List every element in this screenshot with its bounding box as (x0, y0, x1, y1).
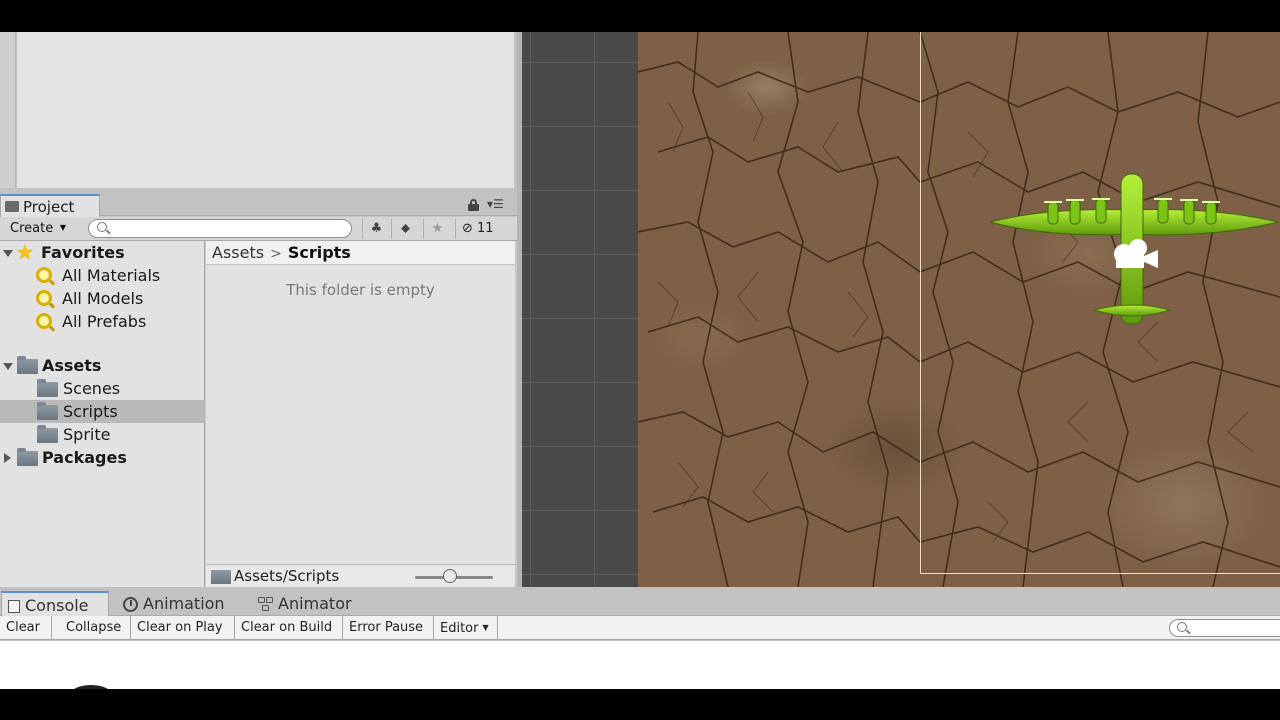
packages-label: Packages (42, 448, 127, 467)
bottom-letterbox (0, 689, 1280, 720)
panel-strip (0, 32, 16, 188)
breadcrumb-scripts[interactable]: Scripts (288, 243, 351, 262)
clear-on-build-toggle[interactable]: Clear on Build (235, 616, 343, 640)
tree-item-assets[interactable]: Assets (0, 354, 205, 377)
breadcrumb: Assets > Scripts (206, 241, 515, 265)
top-letterbox (0, 0, 1280, 32)
tab-animation[interactable]: Animation (119, 591, 244, 617)
folder-icon (17, 356, 38, 374)
search-icon (97, 222, 107, 232)
create-dropdown[interactable]: Create ▼ (4, 219, 70, 239)
tab-console[interactable]: Console (1, 591, 109, 617)
tab-project[interactable]: Project (0, 194, 100, 217)
project-folder-tree: ★ Favorites All Materials All Models All… (0, 241, 205, 587)
search-by-label-icon[interactable]: ⬥ (391, 219, 419, 239)
breadcrumb-separator-icon: > (270, 246, 282, 262)
folder-icon (37, 402, 58, 420)
favorites-item-label: All Materials (62, 266, 161, 285)
star-icon: ★ (16, 240, 34, 264)
clock-icon (123, 597, 138, 612)
folder-icon (211, 570, 231, 584)
project-tabbar: Project ▾☰ (0, 194, 517, 217)
folder-icon (17, 448, 38, 466)
panel-menu-icon[interactable]: ▾☰ (487, 197, 504, 211)
folder-label: Scenes (63, 379, 121, 398)
console-icon (8, 600, 20, 613)
browser-footer: Assets/Scripts (206, 564, 515, 587)
search-by-type-icon[interactable]: ♣ (362, 219, 390, 239)
console-tabbar: Console Animation Animator (0, 587, 1280, 617)
icon-size-slider-handle[interactable] (443, 569, 458, 583)
scene-grid (522, 32, 638, 587)
assets-label: Assets (42, 356, 102, 375)
tab-console-label: Console (25, 596, 89, 615)
tree-item-all-prefabs[interactable]: All Prefabs (0, 310, 205, 333)
editor-label: Editor (440, 621, 479, 636)
project-toolbar: Create ▼ ♣ ⬥ ★ ⊘ 11 (0, 217, 517, 241)
favorites-item-label: All Models (62, 289, 144, 308)
favorite-star-icon[interactable]: ★ (423, 219, 451, 239)
tree-item-favorites[interactable]: ★ Favorites (0, 241, 205, 264)
editor-dropdown[interactable]: Editor ▼ (434, 616, 498, 640)
saved-search-icon (36, 290, 52, 306)
console-log-area[interactable] (0, 641, 1280, 705)
ground-sprite[interactable] (638, 32, 1280, 587)
empty-folder-message: This folder is empty (286, 281, 435, 299)
console-search-input[interactable] (1169, 619, 1280, 637)
folder-label: Scripts (63, 402, 118, 421)
breadcrumb-assets[interactable]: Assets (212, 243, 264, 262)
expand-arrow-icon[interactable] (3, 363, 13, 370)
favorites-label: Favorites (41, 243, 125, 262)
eye-slash-icon: ⊘ (462, 221, 478, 236)
favorites-item-label: All Prefabs (62, 312, 147, 331)
tab-animation-label: Animation (143, 594, 225, 613)
asset-browser: Assets > Scripts This folder is empty Asse… (206, 241, 515, 587)
saved-search-icon (36, 313, 52, 329)
tree-item-all-models[interactable]: All Models (0, 287, 205, 310)
console-panel: Console Animation Animator Clear Collaps… (0, 587, 1280, 705)
tree-item-all-materials[interactable]: All Materials (0, 264, 205, 287)
project-search-input[interactable] (88, 219, 352, 238)
footer-path: Assets/Scripts (234, 567, 340, 585)
tree-item-scripts[interactable]: Scripts (0, 400, 205, 423)
saved-search-icon (36, 267, 52, 283)
tree-item-packages[interactable]: Packages (0, 446, 205, 469)
expand-arrow-icon[interactable] (3, 250, 13, 257)
unity-editor: Project ▾☰ Create ▼ ♣ ⬥ ★ ⊘ 11 ★ Favorit… (0, 0, 1280, 720)
camera-gizmo-icon[interactable] (1108, 234, 1162, 274)
console-toolbar: Clear Collapse Clear on Play Clear on Bu… (0, 616, 1280, 640)
collapse-arrow-icon[interactable] (4, 453, 11, 463)
tree-item-sprite[interactable]: Sprite (0, 423, 205, 446)
create-label: Create (10, 221, 54, 236)
lock-icon[interactable] (468, 199, 479, 211)
chevron-down-icon: ▼ (482, 623, 489, 632)
folder-icon (37, 379, 58, 397)
hidden-count: 11 (477, 221, 494, 236)
search-icon (1177, 622, 1187, 632)
folder-label: Sprite (63, 425, 111, 444)
hidden-packages-toggle[interactable]: ⊘ 11 (455, 219, 511, 239)
tree-item-scenes[interactable]: Scenes (0, 377, 205, 400)
folder-tab-icon (5, 201, 19, 212)
empty-panel-area (17, 32, 514, 188)
project-panel: Project ▾☰ Create ▼ ♣ ⬥ ★ ⊘ 11 ★ Favorit… (0, 194, 517, 587)
error-pause-toggle[interactable]: Error Pause (343, 616, 434, 640)
animator-icon (258, 597, 274, 612)
inspector-panel (0, 32, 517, 194)
chevron-down-icon: ▼ (59, 223, 66, 232)
tab-animator[interactable]: Animator (254, 591, 374, 617)
scene-view[interactable] (517, 32, 1280, 587)
clear-button[interactable]: Clear (0, 616, 52, 640)
tab-project-label: Project (23, 198, 75, 216)
tab-animator-label: Animator (278, 594, 352, 613)
collapse-toggle[interactable]: Collapse (60, 616, 131, 640)
clear-on-play-toggle[interactable]: Clear on Play (131, 616, 235, 640)
folder-icon (37, 425, 58, 443)
